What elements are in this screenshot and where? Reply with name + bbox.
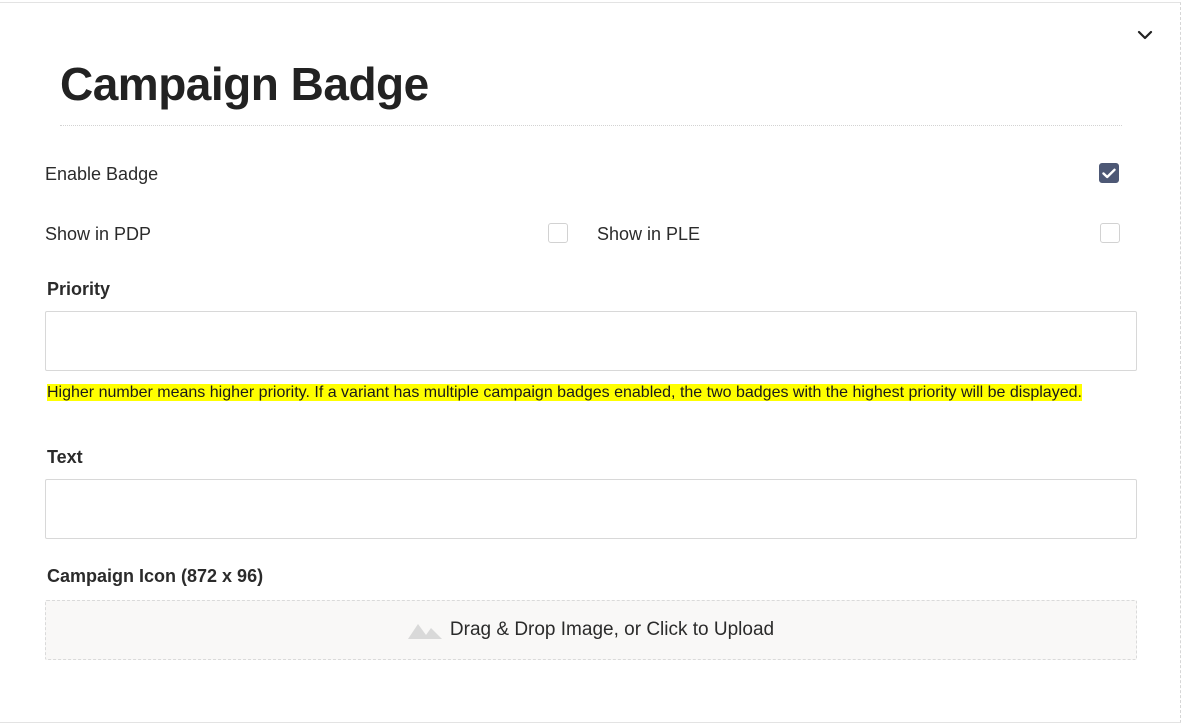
campaign-badge-panel: Campaign Badge Enable Badge Show in PDP … (0, 2, 1181, 723)
text-input[interactable] (45, 479, 1137, 539)
image-placeholder-icon (407, 624, 442, 639)
show-in-pdp-label: Show in PDP (45, 224, 152, 244)
priority-help-highlight: Higher number means higher priority. If … (47, 384, 1082, 401)
title-divider (60, 125, 1122, 126)
priority-input[interactable] (45, 311, 1137, 371)
collapse-toggle-button[interactable] (1134, 25, 1156, 45)
priority-label: Priority (47, 279, 111, 299)
page-title: Campaign Badge (60, 58, 429, 110)
enable-badge-checkbox[interactable] (1099, 163, 1119, 183)
show-in-ple-label: Show in PLE (597, 224, 701, 244)
image-upload-dropzone[interactable]: Drag & Drop Image, or Click to Upload (45, 600, 1137, 660)
checkmark-icon (1102, 168, 1116, 178)
show-in-ple-checkbox[interactable] (1100, 223, 1120, 243)
dropzone-text: Drag & Drop Image, or Click to Upload (449, 619, 775, 640)
show-in-pdp-checkbox[interactable] (548, 223, 568, 243)
campaign-icon-label: Campaign Icon (872 x 96) (47, 566, 264, 586)
priority-help-text: Higher number means higher priority. If … (47, 382, 1137, 403)
text-label: Text (47, 447, 83, 467)
chevron-down-icon (1137, 30, 1153, 40)
enable-badge-label: Enable Badge (45, 164, 159, 184)
